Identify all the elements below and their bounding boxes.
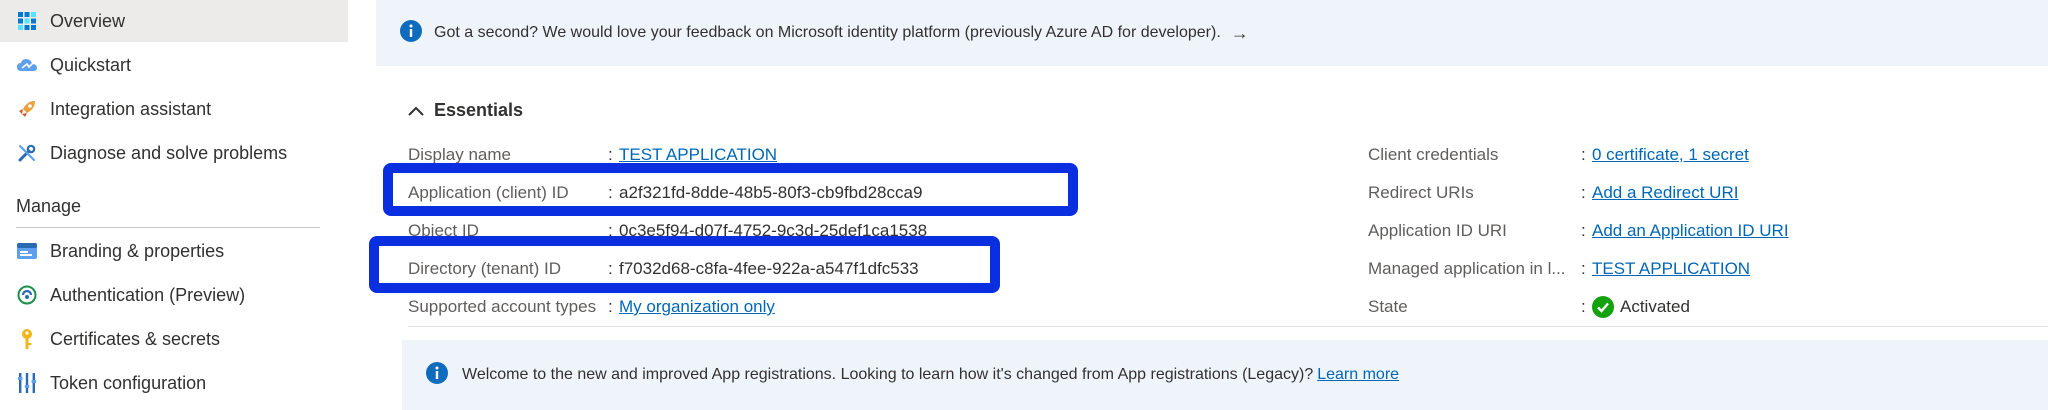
quickstart-cloud-icon xyxy=(16,54,38,76)
client-credentials-link[interactable]: 0 certificate, 1 secret xyxy=(1592,145,1749,165)
sidebar-item-integration-assistant[interactable]: Integration assistant xyxy=(0,88,348,130)
token-bars-icon xyxy=(16,372,38,394)
main-content: Got a second? We would love your feedbac… xyxy=(348,0,2048,410)
field-colon: : xyxy=(1581,297,1586,316)
field-colon: : xyxy=(1581,221,1586,240)
authentication-icon xyxy=(16,284,38,306)
check-circle-icon xyxy=(1592,296,1614,318)
learn-more-link[interactable]: Learn more xyxy=(1317,366,1399,384)
chevron-up-icon xyxy=(408,100,424,121)
field-colon: : xyxy=(608,145,613,164)
sidebar-item-overview[interactable]: Overview xyxy=(0,0,348,42)
field-label: State xyxy=(1368,297,1408,316)
sidebar-item-token-configuration[interactable]: Token configuration xyxy=(0,362,348,404)
essentials-title: Essentials xyxy=(434,100,524,120)
key-icon xyxy=(16,328,38,350)
sidebar-item-authentication[interactable]: Authentication (Preview) xyxy=(0,274,348,316)
managed-app-link[interactable]: TEST APPLICATION xyxy=(1592,259,1750,279)
account-types-link[interactable]: My organization only xyxy=(619,297,775,317)
field-label: Display name xyxy=(408,145,511,164)
field-colon: : xyxy=(1581,183,1586,202)
wrench-icon xyxy=(16,142,38,164)
branding-card-icon xyxy=(16,240,38,262)
info-icon xyxy=(400,19,422,47)
field-label: Managed application in l... xyxy=(1368,259,1566,278)
sidebar-item-branding[interactable]: Branding & properties xyxy=(0,230,348,272)
sidebar-item-label: Branding & properties xyxy=(50,240,225,261)
sidebar-item-diagnose[interactable]: Diagnose and solve problems xyxy=(0,132,348,174)
field-label: Application ID URI xyxy=(1368,221,1507,240)
display-name-link[interactable]: TEST APPLICATION xyxy=(619,145,777,165)
essentials-row-redirect-uris: Redirect URIs : Add a Redirect URI xyxy=(1368,178,1738,208)
redirect-uri-link[interactable]: Add a Redirect URI xyxy=(1592,183,1738,203)
sidebar: Overview Quickstart Integration assistan… xyxy=(0,0,348,410)
app-id-uri-link[interactable]: Add an Application ID URI xyxy=(1592,221,1789,241)
essentials-row-account-types: Supported account types : My organizatio… xyxy=(408,292,775,322)
feedback-banner[interactable]: Got a second? We would love your feedbac… xyxy=(376,0,2048,66)
sidebar-item-certificates[interactable]: Certificates & secrets xyxy=(0,318,348,360)
rocket-icon xyxy=(16,98,38,120)
essentials-row-app-id-uri: Application ID URI : Add an Application … xyxy=(1368,216,1789,246)
info-icon xyxy=(426,361,448,389)
essentials-row-client-credentials: Client credentials : 0 certificate, 1 se… xyxy=(1368,140,1749,170)
highlight-box-client-id xyxy=(383,163,1078,216)
essentials-row-state: State : Activated xyxy=(1368,292,1690,322)
sidebar-section-manage: Manage xyxy=(16,196,82,216)
field-colon: : xyxy=(1581,259,1586,278)
sidebar-item-quickstart[interactable]: Quickstart xyxy=(0,44,348,86)
essentials-row-managed-app: Managed application in l... : TEST APPLI… xyxy=(1368,254,1750,284)
legacy-banner-text: Welcome to the new and improved App regi… xyxy=(462,366,1314,383)
sidebar-item-label: Quickstart xyxy=(50,54,132,75)
field-label: Supported account types xyxy=(408,297,597,316)
field-colon: : xyxy=(608,297,613,316)
field-colon: : xyxy=(1581,145,1586,164)
legacy-info-banner: Welcome to the new and improved App regi… xyxy=(402,340,2048,410)
field-label: Redirect URIs xyxy=(1368,183,1474,202)
sidebar-item-label: Overview xyxy=(50,10,126,31)
state-value: Activated xyxy=(1620,297,1690,316)
sidebar-item-label: Authentication (Preview) xyxy=(50,284,246,305)
field-label: Client credentials xyxy=(1368,145,1499,164)
sidebar-item-label: Certificates & secrets xyxy=(50,328,221,349)
highlight-box-tenant-id xyxy=(369,236,1000,293)
arrow-right-icon[interactable]: → xyxy=(1231,23,1249,44)
feedback-banner-text: Got a second? We would love your feedbac… xyxy=(434,24,1221,41)
sidebar-item-label: Diagnose and solve problems xyxy=(50,142,288,163)
sidebar-item-label: Token configuration xyxy=(50,372,207,393)
sidebar-divider xyxy=(16,227,320,228)
overview-grid-icon xyxy=(16,10,38,32)
sidebar-item-label: Integration assistant xyxy=(50,98,212,119)
essentials-toggle[interactable]: Essentials xyxy=(408,100,523,121)
essentials-divider xyxy=(408,326,2048,327)
